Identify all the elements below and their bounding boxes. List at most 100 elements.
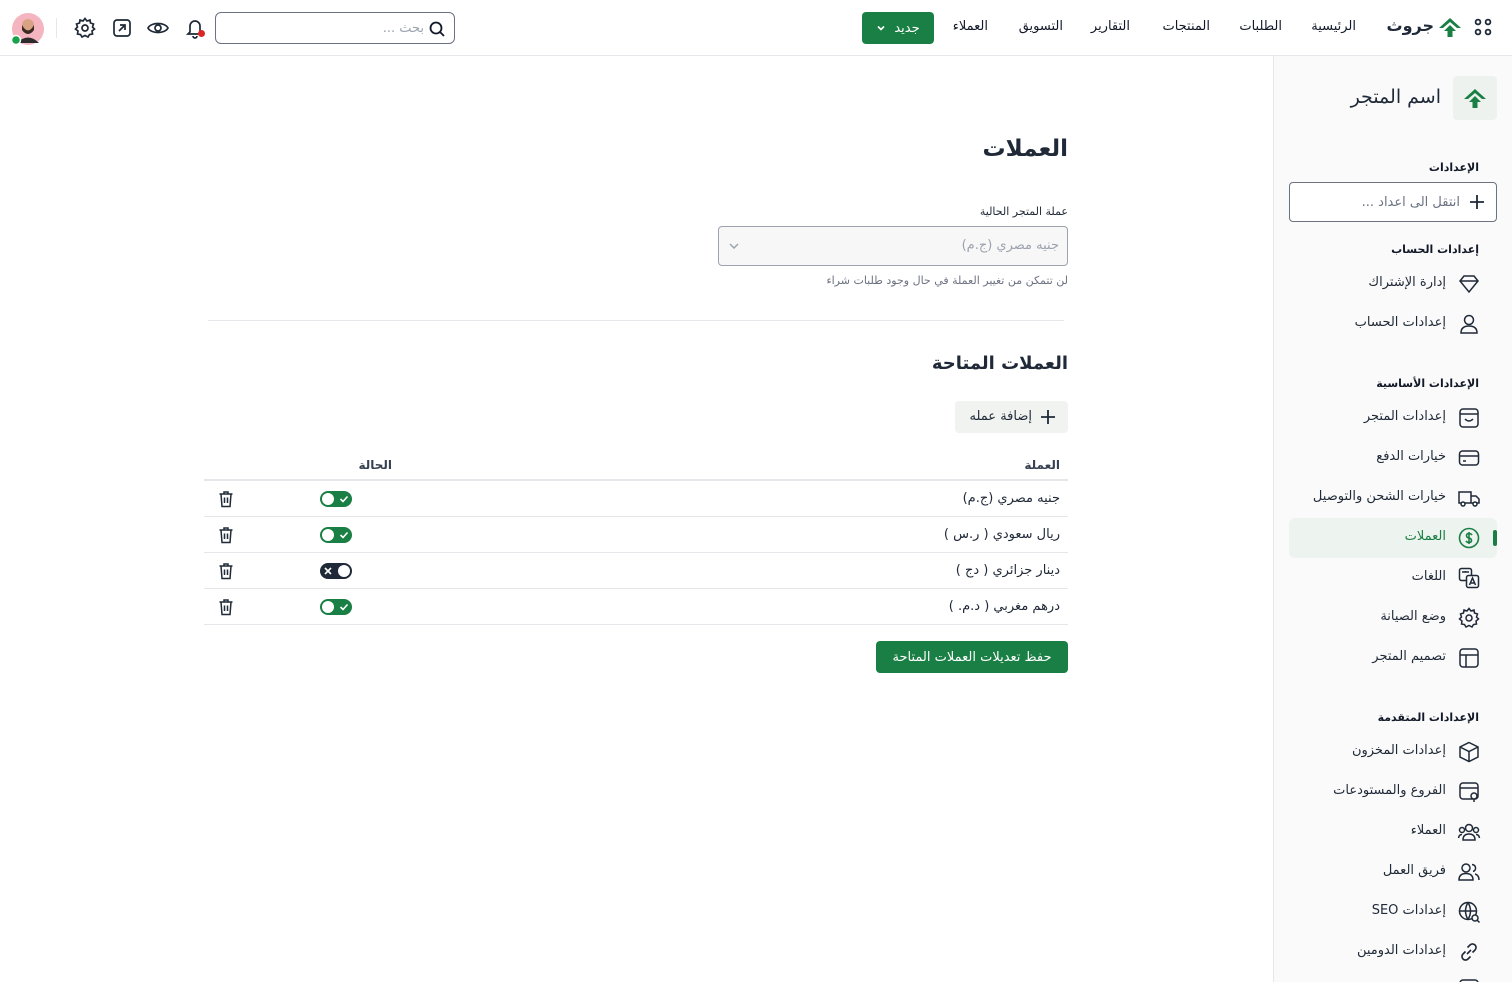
sidebar-item-team[interactable]: فريق العمل <box>1289 852 1497 892</box>
credit-card-icon <box>1457 446 1481 470</box>
current-currency-select[interactable]: جنيه مصري (ج.م) <box>718 226 1068 266</box>
sidebar-item-label: إعدادات SEO <box>1371 903 1446 918</box>
brand-name[interactable]: جروث <box>1386 16 1434 35</box>
new-button-label: جديد <box>894 20 920 36</box>
settings-search-input[interactable] <box>1300 183 1460 221</box>
currency-help-text: لن تتمكن من تغيير العملة في حال وجود طلب… <box>826 274 1068 287</box>
section-divider <box>208 320 1064 321</box>
currency-name: درهم مغربي ( د.م. ) <box>948 599 1060 614</box>
available-currencies-title: العملات المتاحة <box>931 353 1068 374</box>
column-header-currency: العملة <box>1024 458 1060 472</box>
apps-grid-icon[interactable] <box>1473 17 1493 37</box>
branch-icon <box>1457 780 1481 804</box>
sidebar-item-label: إعدادات المخزون <box>1351 743 1446 758</box>
preview-eye-icon[interactable] <box>146 16 170 40</box>
sidebar-item-subscription[interactable]: إدارة الإشتراك <box>1289 264 1497 304</box>
settings-gear-icon[interactable] <box>73 16 97 40</box>
status-toggle[interactable] <box>320 563 352 579</box>
table-row: ريال سعودي ( ر.س ) <box>204 517 1068 553</box>
trash-icon[interactable] <box>216 597 236 617</box>
column-header-status: الحالة <box>358 458 392 472</box>
account-section-title: إعدادات الحساب <box>1391 243 1479 256</box>
status-toggle[interactable] <box>320 527 352 543</box>
page-title: العملات <box>982 136 1069 162</box>
team-icon <box>1457 860 1481 884</box>
store-icon <box>1457 406 1481 430</box>
sidebar-item-store[interactable]: إعدادات المتجر <box>1289 398 1497 438</box>
currency-name: جنيه مصري (ج.م) <box>962 491 1060 506</box>
nav-reports[interactable]: التقارير <box>1091 19 1130 34</box>
truck-icon <box>1457 486 1481 510</box>
sidebar-item-languages[interactable]: اللغات <box>1289 558 1497 598</box>
more-item-icon <box>1457 978 1481 982</box>
check-icon <box>339 603 349 611</box>
status-toggle[interactable] <box>320 491 352 507</box>
global-search[interactable] <box>215 12 455 44</box>
store-logo <box>1453 76 1497 120</box>
nav-marketing[interactable]: التسويق <box>1019 19 1063 34</box>
sidebar-item-payment[interactable]: خيارات الدفع <box>1289 438 1497 478</box>
current-currency-value: جنيه مصري (ج.م) <box>961 238 1059 253</box>
sidebar-item-customers[interactable]: العملاء <box>1289 812 1497 852</box>
sidebar-item-label: العملات <box>1404 529 1446 544</box>
table-row: جنيه مصري (ج.م) <box>204 481 1068 517</box>
external-link-icon[interactable] <box>110 16 134 40</box>
add-currency-button[interactable]: إضافة عمله <box>955 401 1068 433</box>
dollar-icon <box>1457 526 1481 550</box>
new-button[interactable]: جديد <box>862 12 934 44</box>
sidebar-item-label: الفروع والمستودعات <box>1333 783 1446 798</box>
sidebar-item-label: إعدادات المتجر <box>1363 409 1446 424</box>
layout-icon <box>1457 646 1481 670</box>
sidebar-item-domain[interactable]: إعدادات الدومين <box>1289 932 1497 972</box>
sidebar-item-label: إعدادات الحساب <box>1354 315 1446 330</box>
notification-bell-icon[interactable] <box>184 16 208 40</box>
sidebar-item-label: إدارة الإشتراك <box>1368 275 1446 290</box>
link-icon <box>1457 940 1481 964</box>
sidebar-item-maintenance[interactable]: وضع الصيانة <box>1289 598 1497 638</box>
table-row: دينار جزائري ( دج ) <box>204 553 1068 589</box>
sidebar-item-store-design[interactable]: تصميم المتجر <box>1289 638 1497 678</box>
plus-icon <box>1468 193 1486 211</box>
customers-icon <box>1457 820 1481 844</box>
user-icon <box>1457 312 1481 336</box>
sidebar-item-label: خيارات الشحن والتوصيل <box>1312 489 1446 504</box>
nav-home[interactable]: الرئيسية <box>1311 19 1356 34</box>
search-input[interactable] <box>224 13 424 43</box>
sidebar-item-branches[interactable]: الفروع والمستودعات <box>1289 772 1497 812</box>
nav-orders[interactable]: الطلبات <box>1239 19 1282 34</box>
sidebar-item-label: اللغات <box>1411 569 1446 584</box>
advanced-section-title: الإعدادات المتقدمة <box>1377 711 1479 724</box>
globe-icon <box>1457 900 1481 924</box>
toggle-knob <box>338 565 350 577</box>
status-toggle[interactable] <box>320 599 352 615</box>
user-avatar[interactable] <box>11 12 45 46</box>
nav-products[interactable]: المنتجات <box>1162 19 1210 34</box>
brand-logo-icon <box>1437 16 1463 38</box>
save-currencies-button[interactable]: حفظ تعديلات العملات المتاحة <box>876 641 1068 673</box>
settings-section-title: الإعدادات <box>1428 161 1479 174</box>
sidebar-item-currencies[interactable]: العملات <box>1289 518 1497 558</box>
check-icon <box>339 531 349 539</box>
x-icon <box>324 567 332 575</box>
chevron-down-icon <box>727 239 741 253</box>
store-name: اسم المتجر <box>1350 86 1441 108</box>
nav-customers[interactable]: العملاء <box>953 19 988 34</box>
trash-icon[interactable] <box>216 525 236 545</box>
toggle-knob <box>322 601 334 613</box>
chevron-down-icon <box>876 23 886 33</box>
current-currency-label: عملة المتجر الحالية <box>979 205 1068 218</box>
diamond-icon <box>1457 272 1481 296</box>
sidebar-item-inventory[interactable]: إعدادات المخزون <box>1289 732 1497 772</box>
sidebar-item-shipping[interactable]: خيارات الشحن والتوصيل <box>1289 478 1497 518</box>
add-currency-label: إضافة عمله <box>969 409 1032 424</box>
trash-icon[interactable] <box>216 489 236 509</box>
trash-icon[interactable] <box>216 561 236 581</box>
active-indicator <box>1493 530 1497 546</box>
settings-search[interactable] <box>1289 182 1497 222</box>
currency-name: ريال سعودي ( ر.س ) <box>943 527 1060 542</box>
currency-name: دينار جزائري ( دج ) <box>955 563 1060 578</box>
topbar-divider <box>56 18 57 38</box>
sidebar-item-account[interactable]: إعدادات الحساب <box>1289 304 1497 344</box>
sidebar-item-label: العملاء <box>1410 823 1446 838</box>
sidebar-item-seo[interactable]: إعدادات SEO <box>1289 892 1497 932</box>
